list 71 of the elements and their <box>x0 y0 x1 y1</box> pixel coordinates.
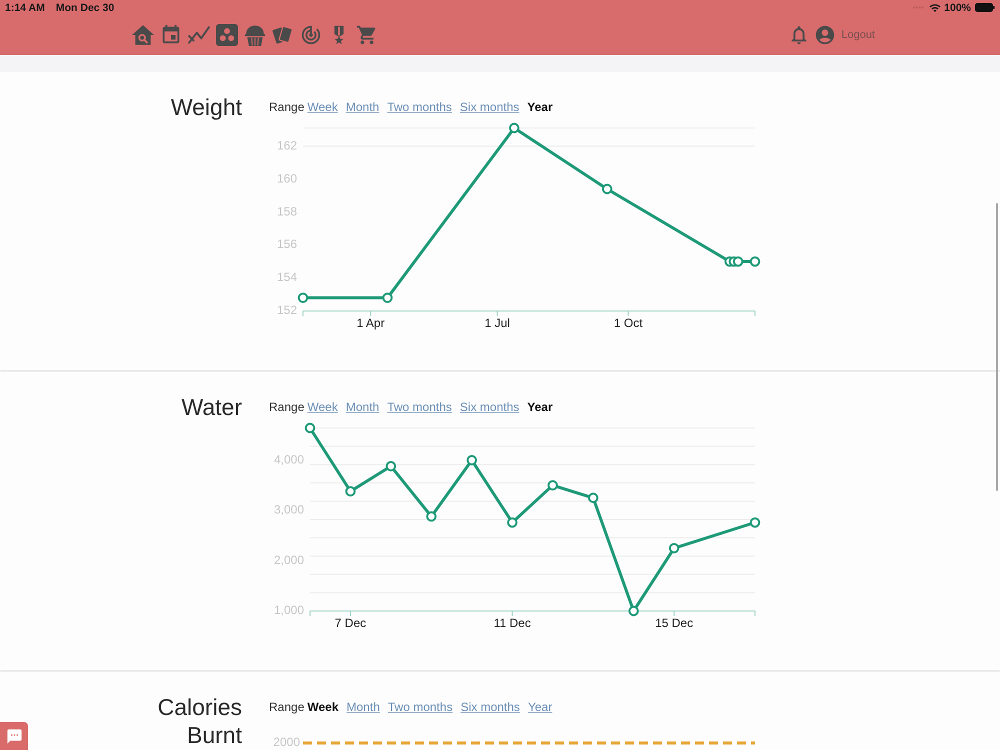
data-point <box>602 184 612 194</box>
range-label: Range <box>269 700 304 714</box>
section-title: Calories Burnt <box>156 693 242 749</box>
status-date: Mon Dec 30 <box>56 2 114 14</box>
wifi-icon <box>929 2 942 14</box>
range-tab[interactable]: Six months <box>460 100 520 114</box>
data-point <box>628 606 639 616</box>
status-time: 1:14 AM <box>5 2 45 14</box>
y-axis-label: 152 <box>276 303 297 318</box>
range-tab[interactable]: Year <box>528 700 552 714</box>
battery-percent: 100% <box>944 2 971 14</box>
range-tab[interactable]: Year <box>527 400 553 414</box>
y-axis-label: 3,000 <box>274 502 304 517</box>
range-tab[interactable]: Week <box>307 700 339 714</box>
range-tab[interactable]: Month <box>346 400 380 414</box>
range-label: Range <box>269 100 304 114</box>
data-point <box>298 292 308 303</box>
chat-icon <box>6 728 22 744</box>
y-axis-label: 1,000 <box>274 603 304 618</box>
data-point <box>382 292 393 303</box>
range-tab[interactable]: Year <box>527 100 553 114</box>
data-point <box>668 542 680 554</box>
data-point <box>466 454 478 466</box>
data-point <box>548 480 558 491</box>
y-axis-label: 162 <box>276 138 297 152</box>
x-axis-label: 11 Dec <box>494 616 531 630</box>
y-axis-label: 154 <box>276 270 297 284</box>
x-axis-label: 7 Dec <box>334 616 366 630</box>
x-axis-label: 1 Oct <box>614 316 643 330</box>
cart-icon[interactable] <box>355 24 378 46</box>
x-axis-label: 1 Apr <box>356 316 385 330</box>
y-axis-label: 2000 <box>273 735 300 750</box>
square-dots-icon[interactable] <box>215 24 238 46</box>
data-point <box>588 492 598 504</box>
battery-icon <box>975 3 995 12</box>
range-tab[interactable]: Week <box>307 100 338 114</box>
range-tab[interactable]: Six months <box>460 400 520 414</box>
y-axis-label: 158 <box>276 204 297 218</box>
data-point <box>732 256 744 267</box>
data-point <box>304 422 316 434</box>
data-point <box>426 511 437 522</box>
data-point <box>345 486 356 497</box>
data-point <box>750 517 760 528</box>
range-tab[interactable]: Two months <box>387 100 452 114</box>
x-axis-label: 15 Dec <box>655 616 694 630</box>
data-point <box>750 256 760 267</box>
range-tab[interactable]: Month <box>346 700 380 714</box>
y-axis-label: 160 <box>276 171 297 186</box>
home-search-icon[interactable] <box>131 24 154 46</box>
y-axis-label: 4,000 <box>274 452 304 466</box>
range-tab[interactable]: Two months <box>388 700 453 714</box>
cupcake-icon[interactable] <box>243 24 266 46</box>
line-chart-icon[interactable] <box>187 24 210 46</box>
y-axis-label: 156 <box>276 237 297 252</box>
range-tab[interactable]: Month <box>346 100 380 114</box>
data-point <box>509 122 520 134</box>
target-icon[interactable] <box>299 24 322 46</box>
section-title: Water <box>180 393 242 421</box>
data-point <box>386 461 396 472</box>
section-title: Weight <box>170 93 242 121</box>
range-tab[interactable]: Six months <box>460 700 520 714</box>
avatar-icon[interactable] <box>813 24 836 46</box>
range-tab[interactable]: Week <box>307 400 338 414</box>
y-axis-label: 2,000 <box>274 552 304 567</box>
chat-button[interactable] <box>0 722 28 750</box>
range-label: Range <box>269 400 304 414</box>
logout-link[interactable]: Logout <box>841 29 875 41</box>
data-point <box>507 517 518 528</box>
signal-icon <box>913 6 924 9</box>
x-axis-label: 1 Jul <box>484 316 510 330</box>
range-tab[interactable]: Two months <box>387 400 452 414</box>
